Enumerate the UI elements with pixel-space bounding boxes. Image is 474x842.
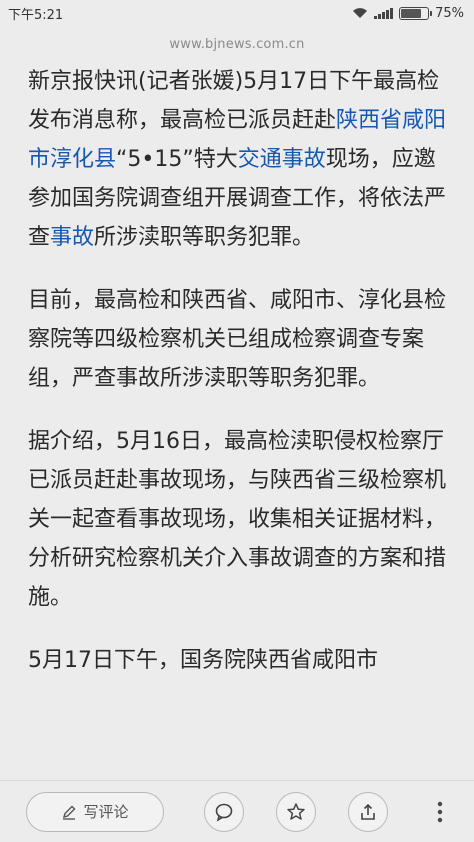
wifi-icon [353, 8, 368, 18]
article-paragraph-2: 目前，最高检和陕西省、咸阳市、淳化县检察院等四级检察机关已组成检察调查专案组，严… [28, 288, 447, 391]
url-bar[interactable]: www.bjnews.com.cn [0, 26, 474, 62]
more-icon [437, 801, 443, 822]
share-button[interactable] [348, 791, 388, 832]
write-comment-label: 写评论 [83, 803, 129, 821]
star-icon [287, 802, 305, 820]
status-icons: 75% [352, 6, 464, 21]
url-text: www.bjnews.com.cn [169, 36, 305, 52]
article-paragraph-1: 新京报快讯(记者张媛)5月17日下午最高检发布消息称，最高检已派员赶赴陕西省咸阳… [28, 62, 453, 257]
favorite-button[interactable] [276, 791, 316, 832]
link-traffic-accident[interactable]: 交通事故 [238, 147, 326, 172]
status-bar: 下午5:21 75% [0, 0, 474, 26]
share-icon [361, 803, 375, 820]
comment-button[interactable] [204, 791, 244, 832]
signal-icon [374, 7, 394, 19]
bottom-toolbar: 写评论 [0, 780, 474, 842]
article-body: 新京报快讯(记者张媛)5月17日下午最高检发布消息称，最高检已派员赶赴陕西省咸阳… [28, 62, 453, 704]
battery-percent: 75% [435, 5, 464, 21]
paragraph-text: “5•15”特大 [116, 147, 238, 172]
battery-icon [399, 6, 433, 20]
paragraph-text: 所涉渎职等职务犯罪。 [94, 225, 315, 250]
write-comment-button[interactable]: 写评论 [26, 791, 164, 832]
article-paragraph-3: 据介绍，5月16日，最高检渎职侵权检察厅已派员赶赴事故现场，与陕西省三级检察机关… [28, 429, 447, 610]
comment-icon [215, 803, 233, 822]
link-accident[interactable]: 事故 [50, 225, 94, 250]
more-button[interactable] [420, 792, 460, 832]
edit-icon [63, 805, 76, 820]
status-time: 下午5:21 [8, 7, 64, 23]
article-paragraph-4: 5月17日下午，国务院陕西省咸阳市 [28, 648, 378, 673]
